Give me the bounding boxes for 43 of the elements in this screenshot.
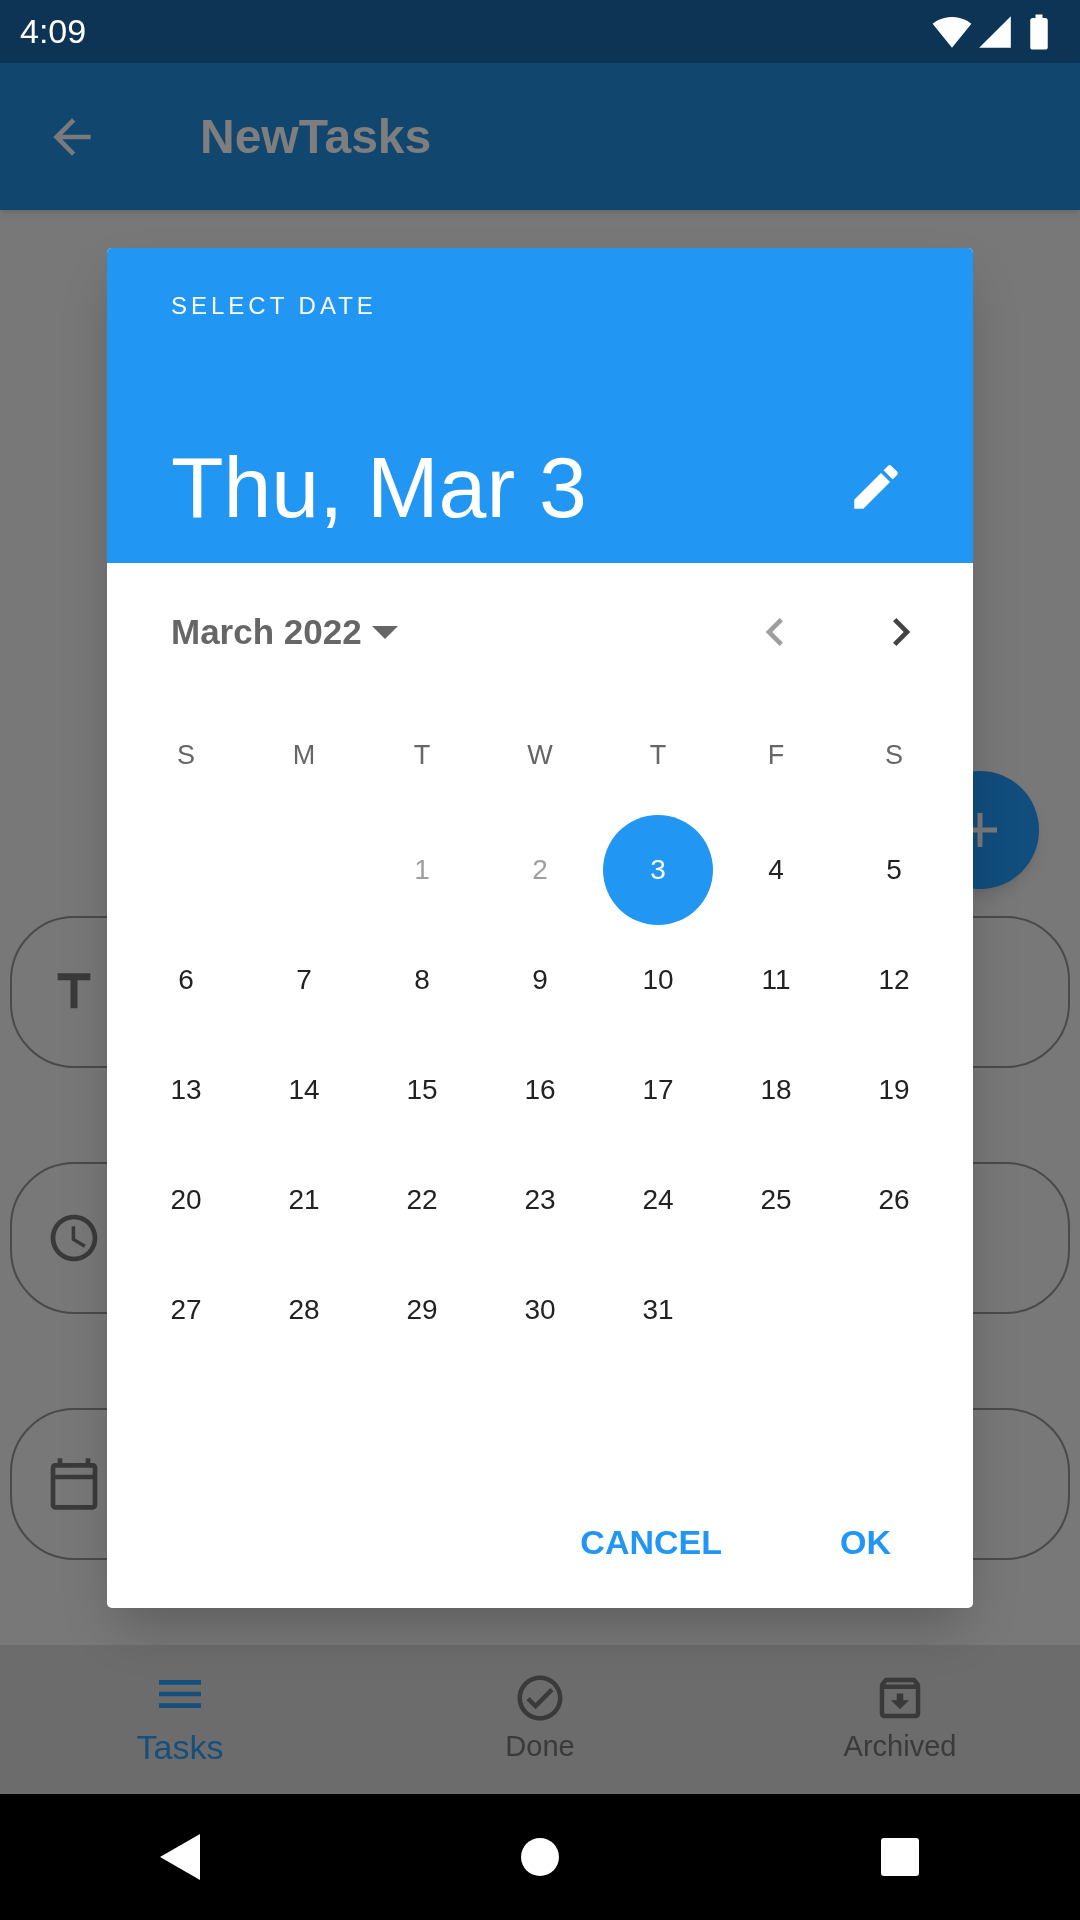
- weekday-label: T: [649, 738, 667, 772]
- calendar-day[interactable]: 26: [839, 1145, 949, 1255]
- selected-date: Thu, Mar 3: [171, 444, 587, 530]
- weekday-label: F: [767, 738, 785, 772]
- calendar-day[interactable]: 6: [131, 925, 241, 1035]
- calendar-day[interactable]: 25: [721, 1145, 831, 1255]
- back-icon[interactable]: [160, 1834, 200, 1880]
- weekday-label: T: [413, 738, 431, 772]
- calendar-day[interactable]: 24: [603, 1145, 713, 1255]
- calendar-day[interactable]: 21: [249, 1145, 359, 1255]
- calendar-day[interactable]: 9: [485, 925, 595, 1035]
- status-time: 4:09: [20, 11, 87, 52]
- weekday-label: S: [177, 738, 195, 772]
- header-label: SELECT DATE: [171, 291, 378, 321]
- calendar-day[interactable]: 15: [367, 1035, 477, 1145]
- weekday-label: W: [527, 738, 553, 772]
- calendar-day[interactable]: 5: [839, 815, 949, 925]
- weekday-label: M: [292, 738, 316, 772]
- weekday-label: S: [885, 738, 903, 772]
- calendar-day[interactable]: 18: [721, 1035, 831, 1145]
- calendar-day[interactable]: 31: [603, 1255, 713, 1365]
- dropdown-icon: [371, 625, 398, 639]
- calendar-day[interactable]: 30: [485, 1255, 595, 1365]
- calendar-day[interactable]: 29: [367, 1255, 477, 1365]
- calendar-day[interactable]: 22: [367, 1145, 477, 1255]
- calendar-day[interactable]: 13: [131, 1035, 241, 1145]
- calendar-day[interactable]: 20: [131, 1145, 241, 1255]
- calendar-day[interactable]: 17: [603, 1035, 713, 1145]
- calendar-day[interactable]: 4: [721, 815, 831, 925]
- calendar-day[interactable]: 28: [249, 1255, 359, 1365]
- calendar-day[interactable]: 19: [839, 1035, 949, 1145]
- month-year-dropdown[interactable]: March 2022: [171, 605, 398, 659]
- calendar-day[interactable]: 16: [485, 1035, 595, 1145]
- app-title: NewTasks: [200, 108, 432, 165]
- calendar-day[interactable]: 27: [131, 1255, 241, 1365]
- calendar-day[interactable]: 7: [249, 925, 359, 1035]
- calendar-day[interactable]: 10: [603, 925, 713, 1035]
- calendar-day[interactable]: 12: [839, 925, 949, 1035]
- home-icon[interactable]: [521, 1838, 559, 1876]
- calendar-day[interactable]: 8: [367, 925, 477, 1035]
- calendar-day[interactable]: 14: [249, 1035, 359, 1145]
- calendar-day[interactable]: 23: [485, 1145, 595, 1255]
- calendar-day[interactable]: 11: [721, 925, 831, 1035]
